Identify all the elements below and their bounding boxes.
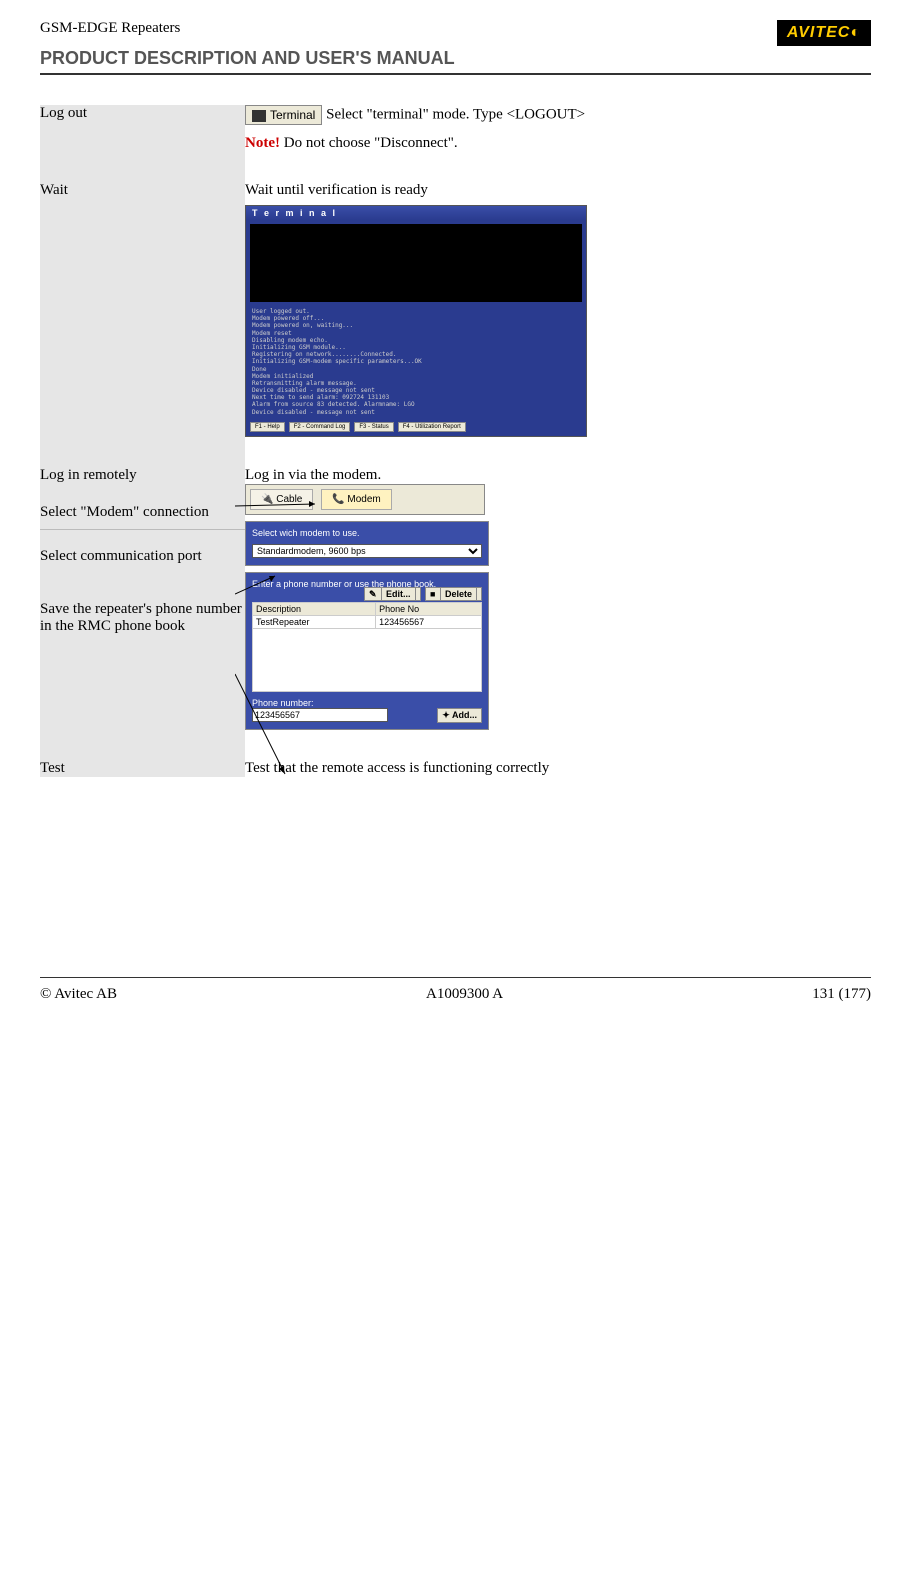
wait-instruction: Wait until verification is ready — [245, 182, 871, 199]
step-label-login: Log in remotely — [40, 467, 245, 484]
terminal-icon — [252, 110, 266, 122]
brand-logo: AVITEC◐ — [777, 20, 871, 46]
f3-button[interactable]: F3 - Status — [354, 422, 393, 432]
content-table: Log out Terminal Select "terminal" mode.… — [40, 105, 871, 777]
footer-copyright: © Avitec AB — [40, 986, 117, 1003]
substep-modem-connection: Select "Modem" connection — [40, 504, 245, 521]
step-label-logout: Log out — [40, 105, 245, 152]
footer-page-number: 131 (177) — [812, 986, 871, 1003]
substep-comm-port: Select communication port — [40, 548, 245, 565]
page-footer: © Avitec AB A1009300 A 131 (177) — [40, 977, 871, 1003]
phone-number-label: Phone number: — [252, 698, 482, 708]
f4-button[interactable]: F4 - Utilization Report — [398, 422, 466, 432]
connection-tabs: 🔌 Cable 📞 Modem — [245, 484, 485, 515]
modem-select-panel: Select wich modem to use. Standardmodem,… — [245, 521, 489, 566]
delete-button[interactable]: ■ Delete — [425, 587, 482, 601]
modem-select[interactable]: Standardmodem, 9600 bps — [252, 544, 482, 558]
header-divider — [40, 73, 871, 75]
col-phone: Phone No — [376, 602, 482, 615]
note-text: Do not choose "Disconnect". — [280, 135, 458, 151]
tab-cable[interactable]: 🔌 Cable — [250, 489, 313, 510]
product-line: GSM-EDGE Repeaters — [40, 20, 180, 37]
terminal-titlebar: T e r m i n a l — [246, 206, 586, 220]
phone-book-panel: Enter a phone number or use the phone bo… — [245, 572, 489, 730]
phone-book-table: Description Phone No TestRepeater 123456… — [252, 602, 482, 692]
manual-title: PRODUCT DESCRIPTION AND USER'S MANUAL — [40, 48, 871, 69]
step-label-wait: Wait — [40, 182, 245, 437]
terminal-mode-button[interactable]: Terminal — [245, 105, 322, 125]
terminal-window: T e r m i n a l User logged out. Modem p… — [245, 205, 587, 437]
test-instruction: Test that the remote access is functioni… — [245, 760, 871, 777]
footer-docid: A1009300 A — [426, 986, 503, 1003]
note-prefix: Note! — [245, 135, 280, 151]
col-description: Description — [253, 602, 376, 615]
step-label-test: Test — [40, 760, 245, 777]
login-instruction: Log in via the modem. — [245, 467, 871, 484]
table-row[interactable]: TestRepeater 123456567 — [253, 615, 482, 628]
f2-button[interactable]: F2 - Command Log — [289, 422, 351, 432]
substep-phone-book: Save the repeater's phone number in the … — [40, 601, 245, 635]
f1-button[interactable]: F1 - Help — [250, 422, 285, 432]
terminal-fkeys: F1 - Help F2 - Command Log F3 - Status F… — [246, 418, 586, 436]
terminal-output: User logged out. Modem powered off... Mo… — [246, 306, 586, 418]
terminal-output-upper — [250, 224, 582, 302]
tab-modem[interactable]: 📞 Modem — [321, 489, 392, 510]
add-button[interactable]: ✦ Add... — [437, 708, 482, 723]
edit-button[interactable]: ✎ Edit... — [364, 587, 421, 601]
modem-select-label: Select wich modem to use. — [252, 528, 482, 538]
logout-instruction: Select "terminal" mode. Type <LOGOUT> — [326, 106, 585, 122]
cable-icon: 🔌 — [261, 494, 273, 505]
phone-number-input[interactable] — [252, 708, 388, 722]
modem-icon: 📞 — [332, 494, 344, 505]
